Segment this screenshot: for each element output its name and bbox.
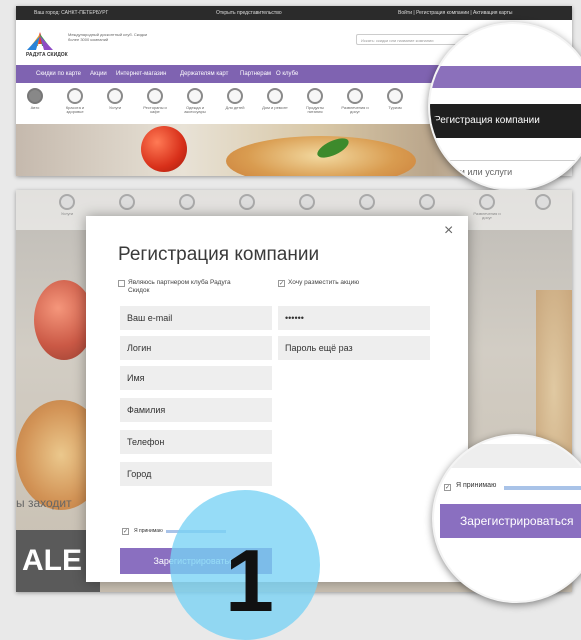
category-item[interactable]: Дом и ремонт: [260, 88, 290, 110]
promo-checkbox-label: Хочу разместить акцию: [288, 279, 360, 286]
open-office-link[interactable]: Открыть представительство: [216, 6, 282, 20]
bg-category: [412, 194, 442, 210]
category-item[interactable]: Туризм: [380, 88, 410, 110]
partner-checkbox[interactable]: [118, 280, 125, 287]
tagline: Международный дисконтный клуб. Скидки бо…: [68, 32, 148, 42]
nav-about[interactable]: О клубе: [276, 65, 298, 83]
nav-discounts[interactable]: Скидки по карте: [36, 65, 81, 83]
bg-tomato-image: [34, 280, 94, 360]
category-item[interactable]: Авто: [20, 88, 50, 110]
password-confirm-field[interactable]: Пароль ещё раз: [278, 336, 430, 360]
travel-icon: [479, 194, 495, 210]
nav-partners[interactable]: Партнерам: [240, 65, 271, 83]
restaurant-icon: [119, 194, 135, 210]
city-selector[interactable]: Ваш город: САНКТ-ПЕТЕРБУРГ: [34, 6, 108, 20]
restaurant-icon: [147, 88, 163, 104]
last-name-field[interactable]: Фамилия: [120, 398, 272, 422]
close-icon[interactable]: ×: [444, 222, 453, 240]
travel-icon: [387, 88, 403, 104]
bg-text-fragment: ы заходит: [16, 496, 72, 510]
zoomed-terms-link[interactable]: [504, 486, 581, 490]
account-links[interactable]: Войти | Регистрация компании | Активация…: [398, 6, 513, 20]
first-name-field[interactable]: Имя: [120, 366, 272, 390]
kids-icon: [227, 88, 243, 104]
bg-category: [528, 194, 558, 210]
bg-category: [112, 194, 142, 210]
entertainment-icon: [419, 194, 435, 210]
category-item[interactable]: Продукты питания: [300, 88, 330, 114]
password-field[interactable]: ••••••: [278, 306, 430, 330]
bg-category: Услуги: [52, 194, 82, 216]
bg-category: [232, 194, 262, 210]
register-company-tooltip[interactable]: Регистрация компании: [430, 104, 581, 138]
clothes-icon: [187, 88, 203, 104]
login-field[interactable]: Логин: [120, 336, 272, 360]
entertainment-icon: [347, 88, 363, 104]
accept-checkbox[interactable]: ✓: [122, 528, 129, 535]
top-bar: Ваш город: САНКТ-ПЕТЕРБУРГ Открыть предс…: [16, 6, 572, 20]
category-item[interactable]: Одежда и аксессуары: [180, 88, 210, 114]
bg-category: [352, 194, 382, 210]
clothes-icon: [179, 194, 195, 210]
category-item[interactable]: Для детей: [220, 88, 250, 110]
nav-promotions[interactable]: Акции: [90, 65, 107, 83]
home-icon: [299, 194, 315, 210]
kids-icon: [239, 194, 255, 210]
zoomed-search-input[interactable]: пании или услуги: [434, 160, 581, 182]
phone-field[interactable]: Телефон: [120, 430, 272, 454]
food-icon: [307, 88, 323, 104]
extra-icon: [535, 194, 551, 210]
email-field[interactable]: Ваш e-mail: [120, 306, 272, 330]
nav-cardholders[interactable]: Держателям карт: [180, 65, 228, 83]
promo-checkbox[interactable]: ✓: [278, 280, 285, 287]
services-icon: [107, 88, 123, 104]
bg-category: [172, 194, 202, 210]
category-item[interactable]: Развлечения и досуг: [340, 88, 370, 114]
bg-category: Развлечения и досуг: [472, 194, 502, 220]
food-icon: [359, 194, 375, 210]
services-icon: [59, 194, 75, 210]
home-icon: [267, 88, 283, 104]
logo-text: РАДУГА СКИДОК: [26, 52, 68, 58]
category-item[interactable]: Рестораны и кафе: [140, 88, 170, 114]
nav-shop[interactable]: Интернет-магазин: [116, 65, 166, 83]
beauty-icon: [67, 88, 83, 104]
bg-category: [292, 194, 322, 210]
modal-title: Регистрация компании: [118, 244, 320, 265]
step-number: 1: [225, 531, 274, 630]
logo-area[interactable]: РАДУГА СКИДОК Международный дисконтный к…: [26, 26, 226, 62]
zoom-callout-top: Регистрация компании пании или услуги: [428, 22, 581, 191]
zoomed-accept-checkbox[interactable]: ✓: [444, 484, 451, 491]
zoomed-city-field[interactable]: род: [434, 444, 581, 468]
category-item[interactable]: Красота и здоровье: [60, 88, 90, 114]
accept-label: Я принимаю: [134, 528, 163, 534]
city-field[interactable]: Город: [120, 462, 272, 486]
zoomed-register-button[interactable]: Зарегистрироваться: [440, 504, 581, 538]
category-item[interactable]: Услуги: [100, 88, 130, 110]
auto-icon: [27, 88, 43, 104]
zoomed-nav: [430, 66, 581, 88]
partner-checkbox-label: Являюсь партнером клуба Радуга Скидок: [128, 279, 231, 294]
zoomed-accept-label: Я принимаю: [456, 482, 497, 489]
tomato-image: [141, 126, 187, 172]
